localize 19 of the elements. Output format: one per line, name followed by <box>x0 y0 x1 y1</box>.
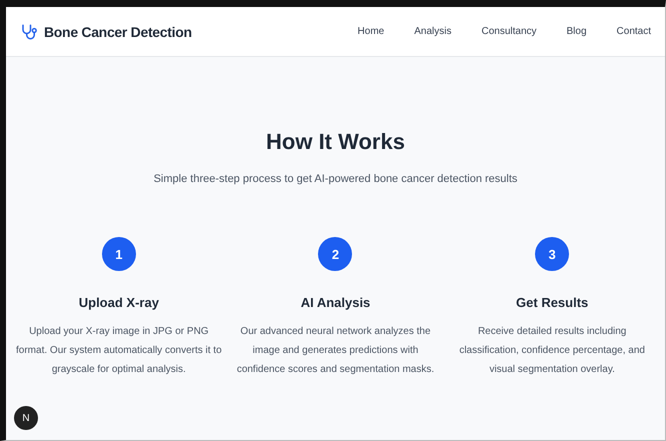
nav-link[interactable]: Blog <box>536 26 587 37</box>
step-title: Get Results <box>516 295 588 310</box>
nav-link[interactable]: Contact <box>586 26 651 37</box>
section-title: How It Works <box>266 129 405 155</box>
brand-title[interactable]: Bone Cancer Detection <box>44 24 192 40</box>
stethoscope-icon <box>20 22 38 40</box>
nav-link[interactable]: Home <box>358 26 384 37</box>
dev-badge[interactable]: N <box>14 406 38 430</box>
step-description: Receive detailed results including classification, confidence percentage, and visual segmentation overlay. <box>458 325 646 377</box>
step-number: 3 <box>535 237 570 271</box>
step-title: Upload X-ray <box>78 295 159 310</box>
step-title: AI Analysis <box>300 295 370 310</box>
step-description: Our advanced neural network analyzes the image and generates predictions with confidence scores and segmentation masks. <box>236 325 436 377</box>
nav-link[interactable]: Analysis <box>384 26 452 37</box>
step-number: 1 <box>102 237 136 271</box>
section-subtitle: Simple three-step process to get AI-powered bone cancer detection results <box>154 173 518 185</box>
nav-link[interactable]: Consultancy <box>451 26 537 37</box>
step-description: Upload your X-ray image in JPG or PNG format. Our system automatically converts it to grayscale for optimal analysis. <box>15 325 223 377</box>
step-number: 2 <box>318 237 352 271</box>
